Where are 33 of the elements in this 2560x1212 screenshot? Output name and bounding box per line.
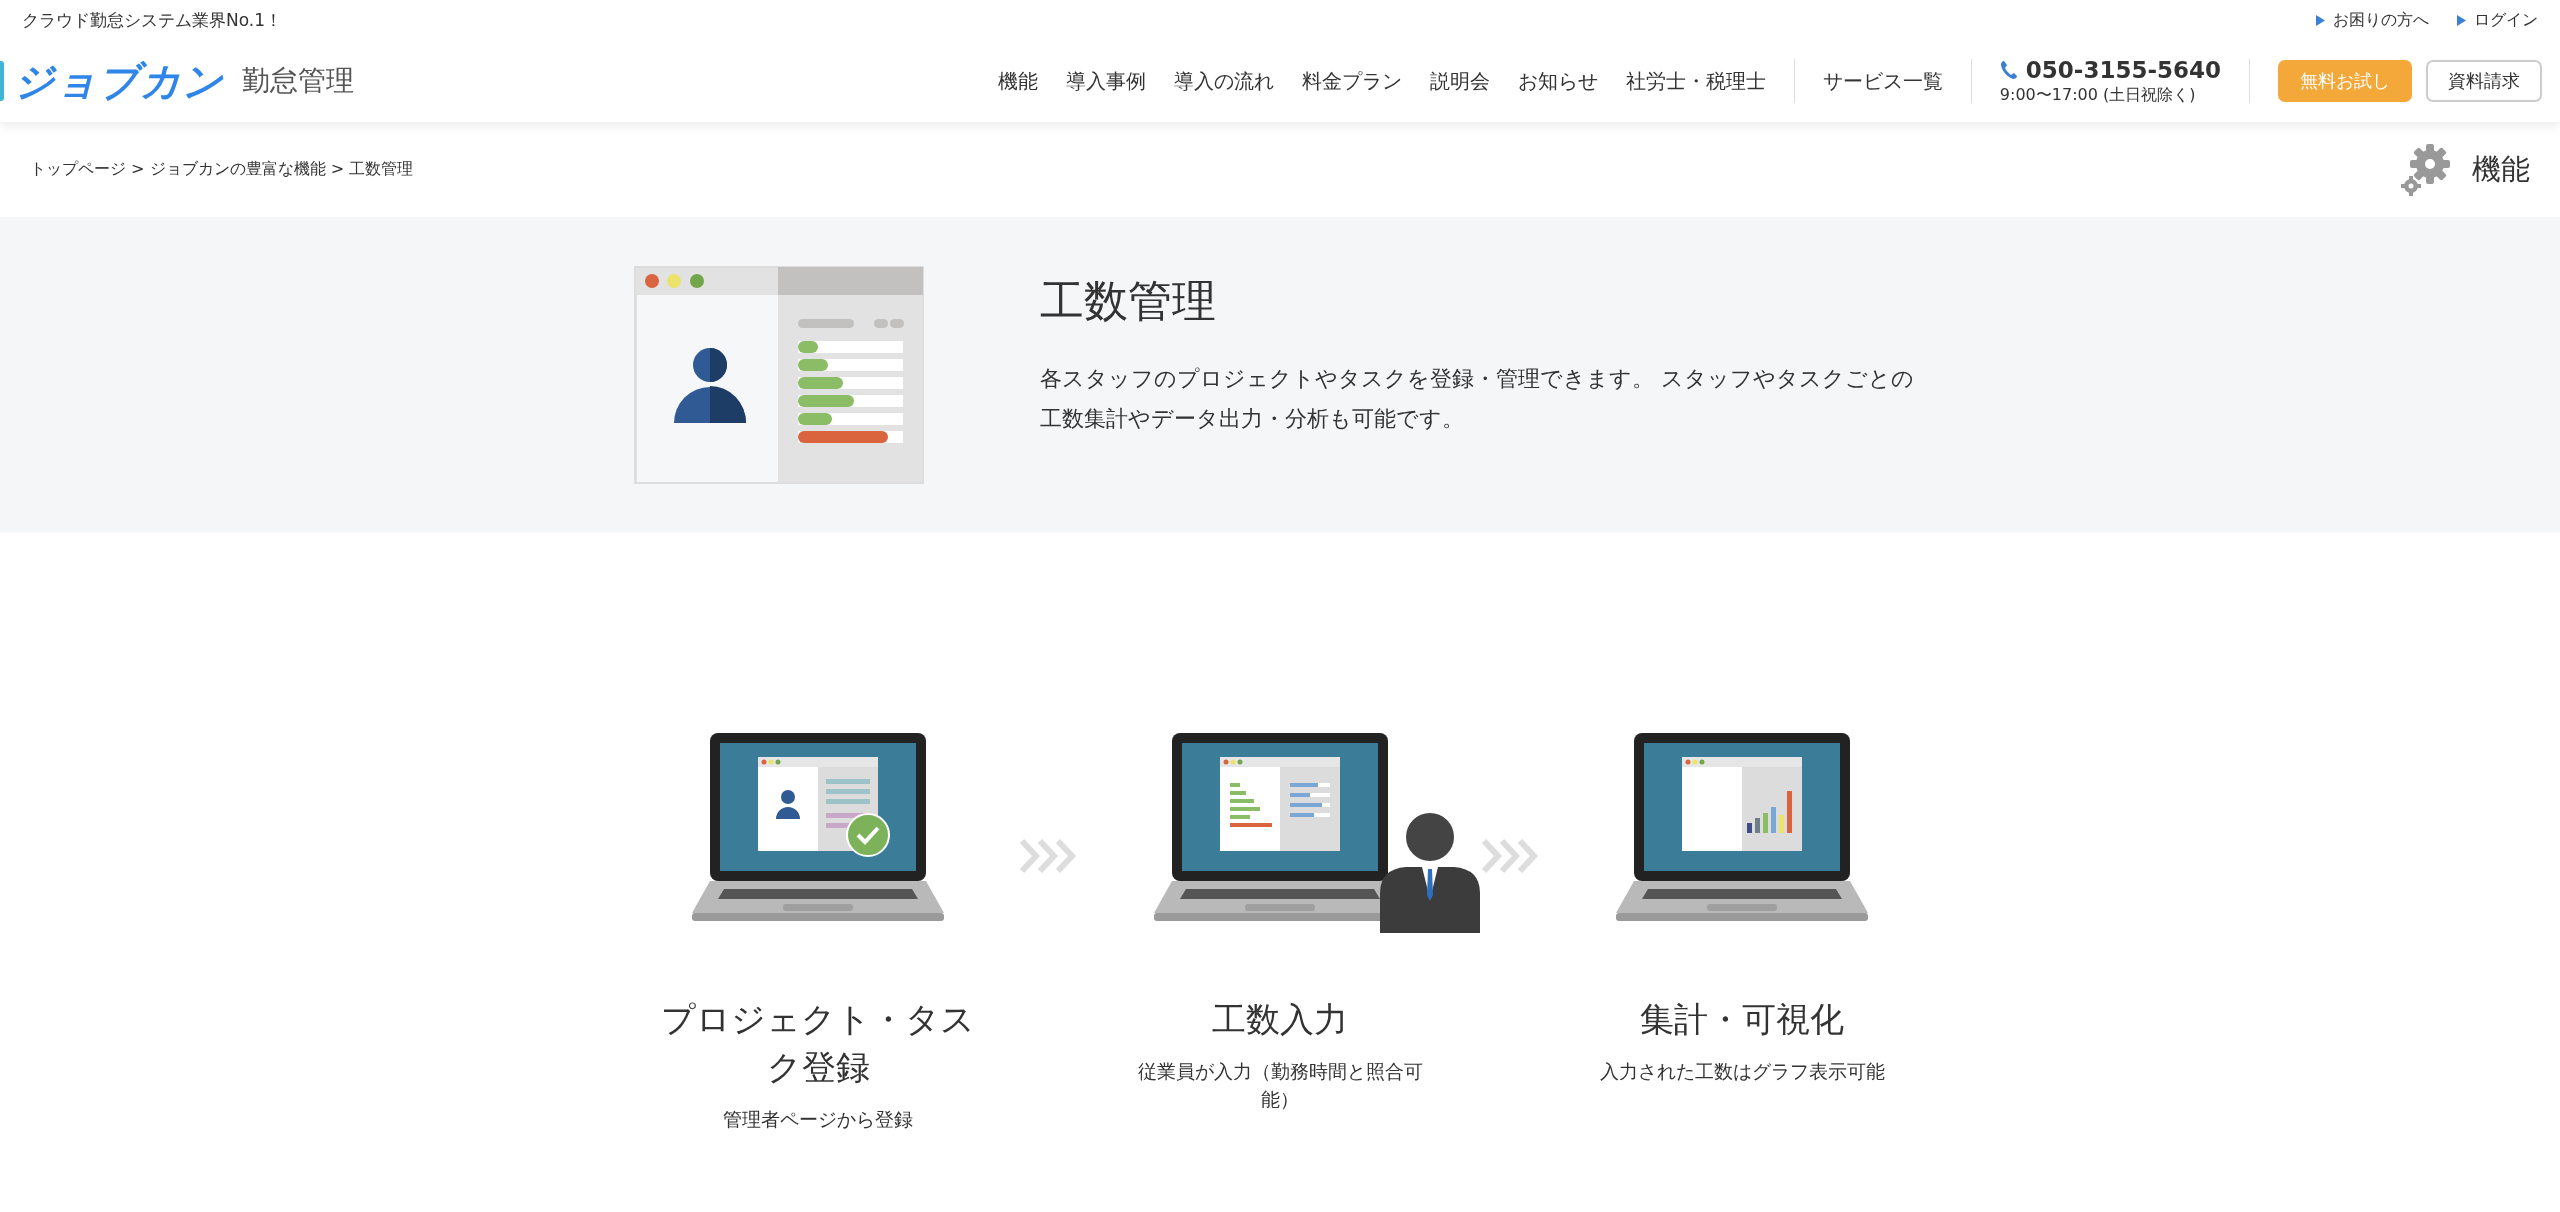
breadcrumb: トップページ > ジョブカンの豊富な機能 > 工数管理 bbox=[30, 159, 414, 180]
phone-number: 050-3155-5640 bbox=[2025, 56, 2221, 83]
gear-icon bbox=[2400, 141, 2452, 198]
top-link[interactable]: お困りの方へ bbox=[2316, 9, 2429, 31]
step-title: 集計・可視化 bbox=[1639, 998, 1845, 1041]
tagline: クラウド勤怠システム業界No.1！ bbox=[22, 8, 283, 32]
logo-text[interactable]: ジョブカン bbox=[14, 53, 224, 109]
nav-link[interactable]: 料金プラン bbox=[1287, 67, 1416, 95]
nav-link[interactable]: 導入の流れ bbox=[1159, 67, 1288, 95]
chevrons-icon bbox=[1019, 838, 1079, 874]
step-description: 入力された工数はグラフ表示可能 bbox=[1598, 1059, 1886, 1084]
play-triangle-icon bbox=[2316, 14, 2325, 26]
play-triangle-icon bbox=[2457, 14, 2466, 26]
step-description: 管理者ページから登録 bbox=[722, 1107, 914, 1132]
category-label: 機能 bbox=[2472, 150, 2530, 188]
step-title: 工数入力 bbox=[1211, 998, 1349, 1041]
nav-link[interactable]: 説明会 bbox=[1415, 67, 1504, 95]
logo-bar bbox=[0, 61, 4, 101]
step-title: プロジェクト・タスク登録 bbox=[660, 998, 976, 1089]
phone-icon bbox=[1999, 59, 2018, 80]
business-hours: 9:00〜17:00 (土日祝除く) bbox=[1999, 84, 2196, 106]
top-link[interactable]: ログイン bbox=[2457, 9, 2538, 31]
page-description: 各スタッフのプロジェクトやタスクを登録・管理できます。 スタッフやタスクごとの工数集計やデータ出力・分析も可能です。 bbox=[1040, 364, 1915, 433]
nav-link[interactable]: 社労士・税理士 bbox=[1611, 67, 1780, 95]
logo-product-text: 勤怠管理 bbox=[242, 63, 354, 99]
services-link[interactable]: サービス一覧 bbox=[1808, 67, 1957, 95]
nav-link[interactable]: 導入事例 bbox=[1051, 67, 1160, 95]
nav-link[interactable]: お知らせ bbox=[1503, 67, 1612, 95]
step-description: 従業員が入力（勤務時間と照合可能） bbox=[1136, 1059, 1424, 1112]
nav-link[interactable]: 機能 bbox=[983, 67, 1052, 95]
page-title: 工数管理 bbox=[1040, 273, 1217, 328]
brochure-button[interactable]: 資料請求 bbox=[2426, 60, 2542, 102]
chevrons-icon bbox=[1481, 838, 1541, 874]
